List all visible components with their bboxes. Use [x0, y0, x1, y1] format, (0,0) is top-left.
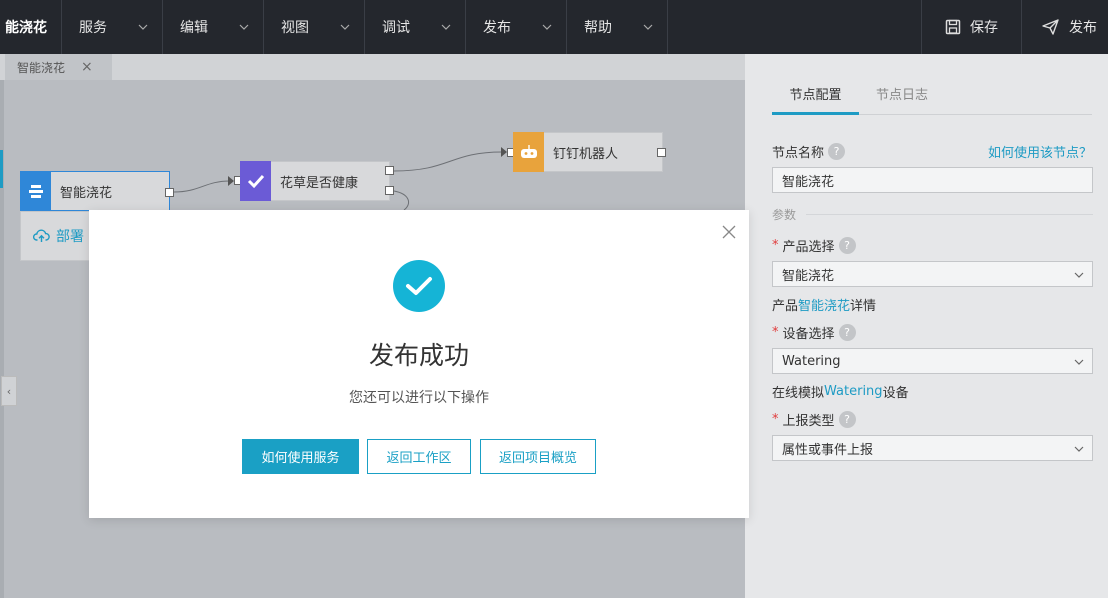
device-select-label: 设备选择 — [782, 327, 835, 342]
tab-node-config[interactable]: 节点配置 — [772, 84, 859, 115]
chevron-left-icon: ‹ — [6, 384, 12, 398]
dialog-title: 发布成功 — [368, 341, 469, 370]
device-sim-link[interactable]: Watering — [824, 384, 883, 399]
node-dingtalk-robot[interactable]: 钉钉机器人 — [513, 132, 663, 172]
product-detail-link[interactable]: 智能浇花 — [798, 295, 850, 314]
menu-service-label: 服务 — [79, 20, 107, 36]
node-check-out-port-1[interactable] — [385, 166, 394, 175]
back-to-workspace-button[interactable]: 返回工作区 — [367, 439, 471, 474]
node-name-input[interactable]: 智能浇花 — [772, 167, 1093, 193]
collapse-panel-button[interactable]: ‹ — [1, 376, 17, 406]
help-icon[interactable]: ? — [838, 411, 856, 428]
node-robot-out-port[interactable] — [657, 148, 666, 157]
panel-tabs: 节点配置 节点日志 — [772, 84, 1092, 115]
chevron-down-icon — [1074, 359, 1084, 365]
required-mark: * — [772, 238, 779, 253]
save-label: 保存 — [970, 20, 998, 36]
help-icon[interactable]: ? — [838, 237, 856, 254]
product-select-label: 产品选择 — [782, 240, 835, 255]
chevron-down-icon — [239, 24, 249, 30]
node-product-label: 智能浇花 — [60, 185, 113, 201]
how-to-use-node-row: 如何使用该节点？ — [988, 142, 1092, 161]
node-config-panel: 节点配置 节点日志 节点名称 ? 如何使用该节点？ 智能浇花 参数 * 产品选择… — [745, 54, 1108, 598]
device-sim-row: 在线模拟 Watering 设备 — [772, 382, 909, 401]
success-check-icon — [393, 260, 445, 312]
menu-debug-label: 调试 — [382, 20, 410, 36]
chevron-down-icon — [643, 24, 653, 30]
node-product[interactable]: 智能浇花 — [20, 171, 170, 211]
device-sim-suffix: 设备 — [882, 386, 909, 401]
device-sim-prefix: 在线模拟 — [772, 386, 825, 401]
menu-publish-label: 发布 — [483, 20, 511, 36]
node-robot-label: 钉钉机器人 — [553, 146, 619, 162]
menu-service[interactable]: 服务 — [62, 0, 163, 54]
node-name-value: 智能浇花 — [782, 174, 835, 190]
menu-publish[interactable]: 发布 — [466, 0, 567, 54]
dialog-subtitle: 您还可以进行以下操作 — [349, 390, 489, 406]
report-type-label: 上报类型 — [782, 414, 835, 429]
report-type-select[interactable]: 属性或事件上报 — [772, 435, 1093, 461]
params-section-divider: 参数 — [772, 206, 1093, 223]
required-mark: * — [772, 325, 779, 340]
node-check-label: 花草是否健康 — [280, 175, 359, 191]
menu-edit[interactable]: 编辑 — [163, 0, 264, 54]
chevron-down-icon — [340, 24, 350, 30]
params-label: 参数 — [772, 208, 797, 222]
node-health-check[interactable]: 花草是否健康 — [240, 161, 390, 201]
send-icon — [1042, 19, 1059, 35]
menu-debug[interactable]: 调试 — [365, 0, 466, 54]
menu-view[interactable]: 视图 — [264, 0, 365, 54]
device-select[interactable]: Watering — [772, 348, 1093, 374]
report-type-row: * 上报类型 ? — [772, 410, 856, 429]
cloud-upload-icon — [33, 229, 50, 242]
robot-node-icon — [513, 132, 544, 172]
check-node-icon — [240, 161, 271, 201]
chevron-down-icon — [1074, 446, 1084, 452]
tab-node-log[interactable]: 节点日志 — [876, 84, 928, 115]
device-select-value: Watering — [782, 353, 841, 369]
app-title: 能浇花 — [0, 0, 62, 54]
product-select-value: 智能浇花 — [782, 268, 835, 284]
save-button[interactable]: 保存 — [921, 0, 1021, 54]
product-detail-suffix: 详情 — [850, 299, 877, 314]
menu-view-label: 视图 — [281, 20, 309, 36]
publish-button[interactable]: 发布 — [1021, 0, 1108, 54]
chevron-down-icon — [138, 24, 148, 30]
chevron-down-icon — [542, 24, 552, 30]
menu-help[interactable]: 帮助 — [567, 0, 668, 54]
save-icon — [945, 19, 961, 35]
report-type-value: 属性或事件上报 — [782, 442, 874, 458]
product-select[interactable]: 智能浇花 — [772, 261, 1093, 287]
menu-edit-label: 编辑 — [180, 20, 208, 36]
top-toolbar: 能浇花 服务 编辑 视图 调试 发布 帮助 保存 发布 — [0, 0, 1108, 54]
node-name-row: 节点名称 ? — [772, 142, 846, 161]
how-to-use-service-button[interactable]: 如何使用服务 — [242, 439, 359, 474]
chevron-down-icon — [1074, 272, 1084, 278]
help-icon[interactable]: ? — [828, 143, 846, 160]
node-check-out-port-2[interactable] — [385, 186, 394, 195]
product-node-icon — [20, 171, 51, 211]
how-to-use-node-link[interactable]: 如何使用该节点？ — [988, 142, 1092, 161]
chevron-down-icon — [441, 24, 451, 30]
deploy-label: 部署 — [56, 229, 84, 245]
menu-help-label: 帮助 — [584, 20, 612, 36]
back-to-project-overview-button[interactable]: 返回项目概览 — [480, 439, 596, 474]
required-mark: * — [772, 412, 779, 427]
node-name-label: 节点名称 — [772, 146, 825, 161]
publish-label: 发布 — [1069, 20, 1097, 36]
publish-success-dialog: 发布成功 您还可以进行以下操作 如何使用服务 返回工作区 返回项目概览 — [89, 210, 749, 518]
product-detail-row: 产品 智能浇花 详情 — [772, 295, 876, 314]
params-line — [806, 214, 1093, 215]
product-detail-prefix: 产品 — [772, 299, 799, 314]
product-select-row: * 产品选择 ? — [772, 236, 856, 255]
node-product-out-port[interactable] — [165, 188, 174, 197]
device-select-row: * 设备选择 ? — [772, 323, 856, 342]
help-icon[interactable]: ? — [838, 324, 856, 341]
close-icon[interactable] — [721, 224, 737, 240]
